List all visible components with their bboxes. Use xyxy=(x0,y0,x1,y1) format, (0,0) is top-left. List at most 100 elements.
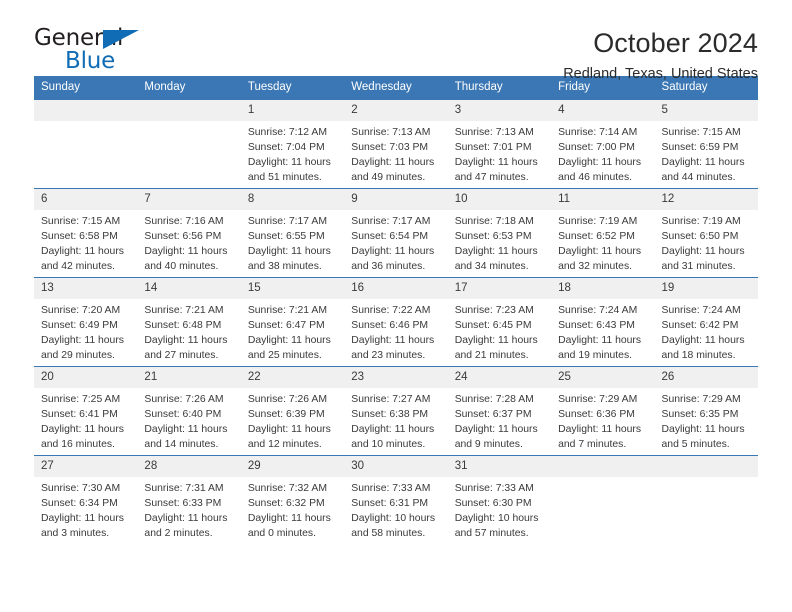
sunrise-time: Sunrise: 7:32 AM xyxy=(247,482,327,494)
day-cell-empty xyxy=(137,99,241,188)
calendar-week-row: 6 Sunrise: 7:15 AM Sunset: 6:58 PM Daylight… xyxy=(34,188,758,277)
day-cell[interactable]: 24 Sunrise: 7:28 AM Sunset: 6:37 PM Dayligh… xyxy=(447,366,552,455)
day-number: 28 xyxy=(137,455,241,477)
day-number: 27 xyxy=(34,455,138,477)
daylight-duration-line2: and 9 minutes. xyxy=(454,439,523,451)
day-cell[interactable]: 17 Sunrise: 7:23 AM Sunset: 6:45 PM Dayligh… xyxy=(447,277,552,366)
day-cell[interactable]: 6 Sunrise: 7:15 AM Sunset: 6:58 PM Daylight… xyxy=(34,188,138,277)
day-sun-info: Sunrise: 7:17 AM Sunset: 6:55 PM Daylight:… xyxy=(241,210,344,275)
day-number: 25 xyxy=(551,366,655,388)
sunset-time: Sunset: 6:33 PM xyxy=(144,498,222,509)
day-number: 19 xyxy=(654,277,758,299)
day-cell[interactable]: 13 Sunrise: 7:20 AM Sunset: 6:49 PM Dayligh… xyxy=(34,277,138,366)
sunrise-time: Sunrise: 7:29 AM xyxy=(558,393,638,405)
day-cell[interactable]: 11 Sunrise: 7:19 AM Sunset: 6:52 PM Dayligh… xyxy=(551,188,655,277)
day-cell[interactable]: 22 Sunrise: 7:26 AM Sunset: 6:39 PM Dayligh… xyxy=(240,366,345,455)
day-sun-info: Sunrise: 7:33 AM Sunset: 6:31 PM Daylight:… xyxy=(344,477,447,542)
sunrise-time: Sunrise: 7:21 AM xyxy=(144,304,224,316)
day-sun-info: Sunrise: 7:15 AM Sunset: 6:58 PM Daylight:… xyxy=(34,210,137,275)
daylight-duration-line2: and 19 minutes. xyxy=(558,350,633,362)
day-sun-info: Sunrise: 7:24 AM Sunset: 6:42 PM Daylight:… xyxy=(655,299,758,364)
daylight-duration-line1: Daylight: 11 hours xyxy=(247,157,331,169)
day-cell[interactable]: 31 Sunrise: 7:33 AM Sunset: 6:30 PM Dayligh… xyxy=(447,455,552,544)
sunrise-time: Sunrise: 7:14 AM xyxy=(558,126,638,138)
day-sun-info: Sunrise: 7:26 AM Sunset: 6:40 PM Daylight:… xyxy=(137,388,240,453)
sunrise-time: Sunrise: 7:24 AM xyxy=(558,304,638,316)
day-sun-info: Sunrise: 7:32 AM Sunset: 6:32 PM Daylight:… xyxy=(241,477,344,542)
calendar-week-row: 1 Sunrise: 7:12 AM Sunset: 7:04 PM Daylight… xyxy=(34,99,758,188)
day-number: 13 xyxy=(34,277,138,299)
sunset-time: Sunset: 6:45 PM xyxy=(454,320,532,331)
sunset-time: Sunset: 6:50 PM xyxy=(661,231,739,242)
day-cell[interactable]: 28 Sunrise: 7:31 AM Sunset: 6:33 PM Dayligh… xyxy=(137,455,241,544)
day-cell[interactable]: 12 Sunrise: 7:19 AM Sunset: 6:50 PM Dayligh… xyxy=(654,188,758,277)
day-number: 31 xyxy=(447,455,552,477)
day-cell[interactable]: 9 Sunrise: 7:17 AM Sunset: 6:54 PM Daylight… xyxy=(344,188,448,277)
sunset-time: Sunset: 6:36 PM xyxy=(558,409,635,420)
day-cell[interactable]: 25 Sunrise: 7:29 AM Sunset: 6:36 PM Dayligh… xyxy=(551,366,655,455)
sunset-time: Sunset: 6:30 PM xyxy=(454,498,532,509)
daylight-duration-line1: Daylight: 11 hours xyxy=(144,424,228,436)
day-sun-info: Sunrise: 7:18 AM Sunset: 6:53 PM Daylight:… xyxy=(448,210,551,275)
daylight-duration-line1: Daylight: 11 hours xyxy=(661,424,745,436)
daylight-duration-line1: Daylight: 11 hours xyxy=(247,513,331,525)
day-cell[interactable]: 3 Sunrise: 7:13 AM Sunset: 7:01 PM Daylight… xyxy=(447,99,552,188)
calendar-week-row: 20 Sunrise: 7:25 AM Sunset: 6:41 PM Dayligh… xyxy=(34,366,758,455)
daylight-duration-line2: and 14 minutes. xyxy=(144,439,219,451)
daylight-duration-line1: Daylight: 11 hours xyxy=(351,335,435,347)
day-cell[interactable]: 16 Sunrise: 7:22 AM Sunset: 6:46 PM Dayligh… xyxy=(344,277,448,366)
day-cell[interactable]: 27 Sunrise: 7:30 AM Sunset: 6:34 PM Dayligh… xyxy=(34,455,138,544)
day-sun-info: Sunrise: 7:21 AM Sunset: 6:48 PM Daylight:… xyxy=(137,299,240,364)
day-sun-info: Sunrise: 7:33 AM Sunset: 6:30 PM Daylight:… xyxy=(448,477,551,542)
day-cell[interactable]: 19 Sunrise: 7:24 AM Sunset: 6:42 PM Dayligh… xyxy=(654,277,758,366)
day-cell[interactable]: 7 Sunrise: 7:16 AM Sunset: 6:56 PM Daylight… xyxy=(137,188,241,277)
day-cell[interactable]: 5 Sunrise: 7:15 AM Sunset: 6:59 PM Daylight… xyxy=(654,99,758,188)
day-cell[interactable]: 20 Sunrise: 7:25 AM Sunset: 6:41 PM Dayligh… xyxy=(34,366,138,455)
daylight-duration-line2: and 31 minutes. xyxy=(661,261,736,273)
day-cell[interactable]: 2 Sunrise: 7:13 AM Sunset: 7:03 PM Daylight… xyxy=(344,99,448,188)
day-sun-info: Sunrise: 7:22 AM Sunset: 6:46 PM Daylight:… xyxy=(344,299,447,364)
day-cell[interactable]: 23 Sunrise: 7:27 AM Sunset: 6:38 PM Dayligh… xyxy=(344,366,448,455)
sunset-time: Sunset: 7:04 PM xyxy=(247,142,325,153)
daylight-duration-line2: and 36 minutes. xyxy=(351,261,426,273)
day-number: 9 xyxy=(344,188,448,210)
sunrise-time: Sunrise: 7:33 AM xyxy=(351,482,431,494)
daylight-duration-line1: Daylight: 10 hours xyxy=(351,513,436,525)
sunrise-time: Sunrise: 7:13 AM xyxy=(454,126,534,138)
day-cell[interactable]: 15 Sunrise: 7:21 AM Sunset: 6:47 PM Dayligh… xyxy=(240,277,345,366)
day-cell[interactable]: 30 Sunrise: 7:33 AM Sunset: 6:31 PM Dayligh… xyxy=(344,455,448,544)
day-cell[interactable]: 26 Sunrise: 7:29 AM Sunset: 6:35 PM Dayligh… xyxy=(654,366,758,455)
page-title: October 2024 xyxy=(593,28,758,58)
blue-triangle-icon xyxy=(103,30,139,49)
general-blue-logo[interactable]: General Blue xyxy=(34,27,164,79)
daylight-duration-line1: Daylight: 11 hours xyxy=(558,424,642,436)
daylight-duration-line1: Daylight: 11 hours xyxy=(247,335,331,347)
daylight-duration-line2: and 38 minutes. xyxy=(247,261,322,273)
daylight-duration-line2: and 34 minutes. xyxy=(454,261,529,273)
daylight-duration-line1: Daylight: 11 hours xyxy=(41,335,124,347)
day-cell[interactable]: 4 Sunrise: 7:14 AM Sunset: 7:00 PM Daylight… xyxy=(551,99,655,188)
day-cell[interactable]: 8 Sunrise: 7:17 AM Sunset: 6:55 PM Daylight… xyxy=(240,188,345,277)
sunset-time: Sunset: 6:53 PM xyxy=(454,231,532,242)
sunrise-time: Sunrise: 7:26 AM xyxy=(144,393,224,405)
sunset-time: Sunset: 6:48 PM xyxy=(144,320,222,331)
day-cell[interactable]: 1 Sunrise: 7:12 AM Sunset: 7:04 PM Daylight… xyxy=(240,99,345,188)
daylight-duration-line2: and 10 minutes. xyxy=(351,439,426,451)
day-number: 29 xyxy=(240,455,345,477)
daylight-duration-line2: and 49 minutes. xyxy=(351,172,426,184)
day-cell[interactable]: 10 Sunrise: 7:18 AM Sunset: 6:53 PM Dayligh… xyxy=(447,188,552,277)
daylight-duration-line2: and 2 minutes. xyxy=(144,528,213,540)
day-cell[interactable]: 18 Sunrise: 7:24 AM Sunset: 6:43 PM Dayligh… xyxy=(551,277,655,366)
day-number: 12 xyxy=(654,188,758,210)
day-cell[interactable]: 14 Sunrise: 7:21 AM Sunset: 6:48 PM Dayligh… xyxy=(137,277,241,366)
day-number xyxy=(137,99,241,121)
day-number: 7 xyxy=(137,188,241,210)
sunrise-time: Sunrise: 7:23 AM xyxy=(454,304,534,316)
day-sun-info: Sunrise: 7:15 AM Sunset: 6:59 PM Daylight:… xyxy=(655,121,758,186)
daylight-duration-line2: and 21 minutes. xyxy=(454,350,529,362)
day-number xyxy=(34,99,138,121)
day-cell[interactable]: 29 Sunrise: 7:32 AM Sunset: 6:32 PM Dayligh… xyxy=(240,455,345,544)
day-cell[interactable]: 21 Sunrise: 7:26 AM Sunset: 6:40 PM Dayligh… xyxy=(137,366,241,455)
sunrise-time: Sunrise: 7:19 AM xyxy=(558,215,638,227)
sunrise-time: Sunrise: 7:15 AM xyxy=(41,215,121,227)
